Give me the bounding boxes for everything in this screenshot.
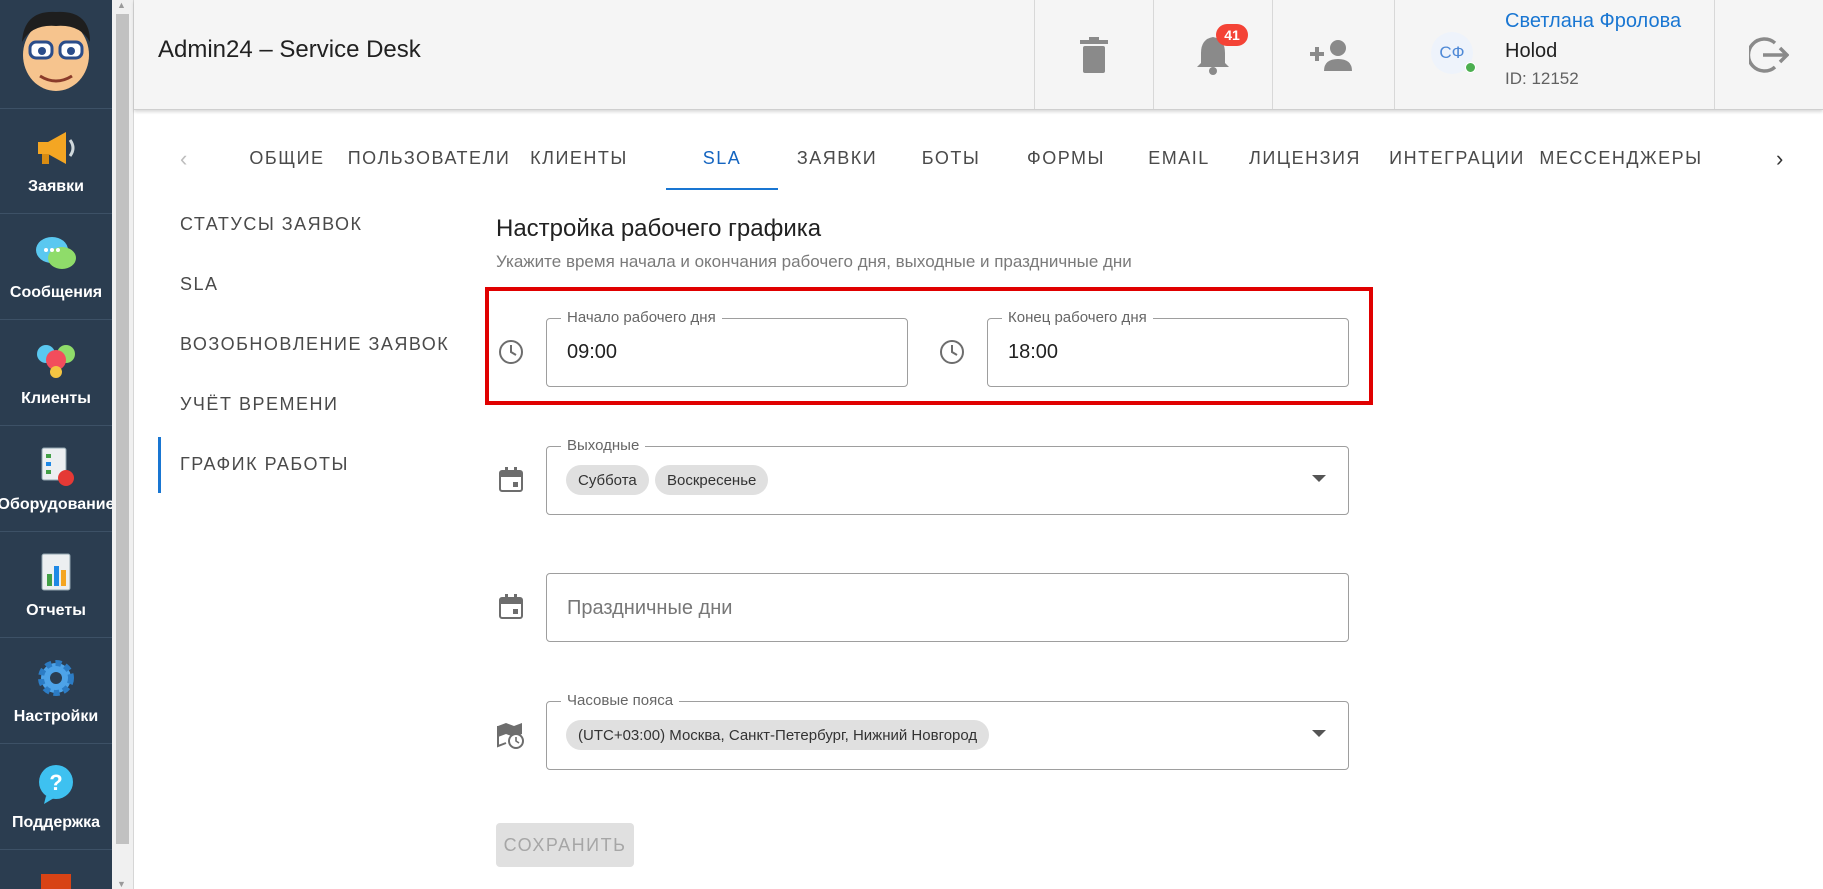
dropdown-arrow-icon[interactable] — [1312, 730, 1326, 737]
form-title: Настройка рабочего графика — [496, 215, 822, 242]
chip-sunday[interactable]: Воскресенье — [655, 465, 769, 495]
rail-item-support[interactable]: ? Поддержка — [0, 744, 112, 850]
add-user-button[interactable] — [1272, 0, 1391, 109]
user-organization: Holod — [1505, 40, 1558, 62]
tab-requests[interactable]: ЗАЯВКИ — [778, 128, 896, 188]
map-clock-icon — [497, 723, 524, 749]
rail-item-requests[interactable]: Заявки — [0, 108, 112, 214]
tab-sla[interactable]: SLA — [666, 128, 778, 190]
subnav-work-schedule[interactable]: ГРАФИК РАБОТЫ — [180, 454, 349, 475]
rail-item-clients[interactable]: Клиенты — [0, 320, 112, 426]
equipment-icon — [34, 444, 78, 488]
vertical-scrollbar[interactable]: ▲ ▼ — [112, 0, 134, 889]
tab-clients[interactable]: КЛИЕНТЫ — [516, 128, 642, 188]
clients-icon — [34, 338, 78, 382]
form-subtitle: Укажите время начала и окончания рабочег… — [496, 252, 1132, 271]
mascot-logo-icon — [22, 11, 90, 91]
trash-icon — [1080, 36, 1108, 73]
svg-text:?: ? — [49, 770, 62, 795]
chip-timezone[interactable]: (UTC+03:00) Москва, Санкт-Петербург, Ниж… — [566, 720, 990, 750]
report-chart-icon — [34, 550, 78, 594]
trash-button[interactable] — [1034, 0, 1153, 109]
rail-item-messages[interactable]: Сообщения — [0, 214, 112, 320]
top-header: Admin24 – Service Desk 41 СФ Светлана Фр… — [134, 0, 1823, 110]
weekends-select[interactable]: Выходные Суббота Воскресенье — [546, 437, 1349, 515]
holidays-field[interactable]: Праздничные дни — [546, 573, 1349, 642]
tab-integrations[interactable]: ИНТЕГРАЦИИ — [1378, 128, 1536, 188]
rail-item-settings[interactable]: Настройки — [0, 638, 112, 744]
scroll-up-arrow-icon[interactable]: ▲ — [117, 0, 126, 10]
tab-users[interactable]: ПОЛЬЗОВАТЕЛИ — [342, 128, 516, 188]
rail-item-label: Клиенты — [21, 389, 91, 407]
notification-badge: 41 — [1216, 24, 1248, 46]
subnav-time-tracking[interactable]: УЧЁТ ВРЕМЕНИ — [180, 394, 338, 415]
side-rail: Заявки Сообщения Клиенты Оборудование От… — [0, 0, 115, 889]
clock-icon — [940, 340, 964, 364]
user-profile[interactable]: СФ Светлана Фролова Holod ID: 12152 — [1394, 0, 1714, 109]
field-value[interactable]: 09:00 — [567, 341, 617, 364]
field-label: Конец рабочего дня — [1002, 309, 1153, 326]
subnav-sla[interactable]: SLA — [180, 274, 219, 295]
gear-icon — [34, 656, 78, 700]
app-title: Admin24 – Service Desk — [158, 36, 421, 63]
field-value[interactable]: 18:00 — [1008, 341, 1058, 364]
logout-icon — [1749, 36, 1789, 73]
tab-bots[interactable]: БОТЫ — [896, 128, 1006, 188]
rail-item-label: Отчеты — [26, 601, 86, 619]
tab-license[interactable]: ЛИЦЕНЗИЯ — [1232, 128, 1378, 188]
notifications-button[interactable]: 41 — [1153, 0, 1272, 109]
workday-end-field[interactable]: Конец рабочего дня 18:00 — [987, 309, 1349, 387]
rail-item-label: Оборудование — [0, 495, 115, 513]
settings-tabs: ОБЩИЕ ПОЛЬЗОВАТЕЛИ КЛИЕНТЫ SLA ЗАЯВКИ БО… — [170, 128, 1800, 190]
calendar-icon — [499, 594, 523, 619]
online-status-dot — [1465, 62, 1476, 73]
rail-item-label: Сообщения — [9, 283, 103, 301]
tab-general[interactable]: ОБЩИЕ — [232, 128, 342, 188]
rail-item-more[interactable] — [0, 850, 112, 889]
subnav-request-reopen[interactable]: ВОЗОБНОВЛЕНИЕ ЗАЯВОК — [180, 334, 449, 355]
scrollbar-thumb[interactable] — [116, 14, 129, 844]
field-label: Начало рабочего дня — [561, 309, 722, 326]
chat-bubbles-icon — [34, 232, 78, 276]
save-button[interactable]: СОХРАНИТЬ — [496, 823, 634, 867]
subnav-request-statuses[interactable]: СТАТУСЫ ЗАЯВОК — [180, 214, 363, 235]
megaphone-icon — [34, 126, 78, 170]
field-label: Выходные — [561, 437, 646, 454]
rail-item-equipment[interactable]: Оборудование — [0, 426, 115, 532]
user-id: ID: 12152 — [1505, 69, 1579, 88]
calendar-icon — [499, 467, 523, 492]
timezone-select[interactable]: Часовые пояса (UTC+03:00) Москва, Санкт-… — [546, 692, 1349, 770]
rail-item-label: Заявки — [28, 177, 84, 195]
clock-icon — [499, 340, 523, 364]
app-logo[interactable] — [0, 0, 112, 109]
add-user-icon — [1310, 39, 1352, 71]
tabs-next-arrow-icon[interactable]: › — [1776, 146, 1783, 172]
subnav-active-indicator — [158, 437, 161, 493]
logout-button[interactable] — [1714, 0, 1823, 109]
field-placeholder: Праздничные дни — [567, 597, 733, 619]
scroll-down-arrow-icon[interactable]: ▼ — [117, 879, 126, 889]
workday-start-field[interactable]: Начало рабочего дня 09:00 — [546, 309, 908, 387]
help-icon: ? — [34, 762, 78, 806]
tab-messengers[interactable]: МЕССЕНДЖЕРЫ — [1536, 128, 1706, 188]
dropdown-arrow-icon[interactable] — [1312, 475, 1326, 482]
rail-item-label: Поддержка — [11, 813, 101, 831]
chip-saturday[interactable]: Суббота — [566, 465, 649, 495]
field-label: Часовые пояса — [561, 692, 680, 709]
tab-email[interactable]: EMAIL — [1126, 128, 1232, 188]
tab-forms[interactable]: ФОРМЫ — [1006, 128, 1126, 188]
partial-icon — [41, 874, 71, 889]
rail-item-label: Настройки — [13, 707, 99, 725]
user-name[interactable]: Светлана Фролова — [1505, 10, 1681, 33]
rail-item-reports[interactable]: Отчеты — [0, 532, 112, 638]
